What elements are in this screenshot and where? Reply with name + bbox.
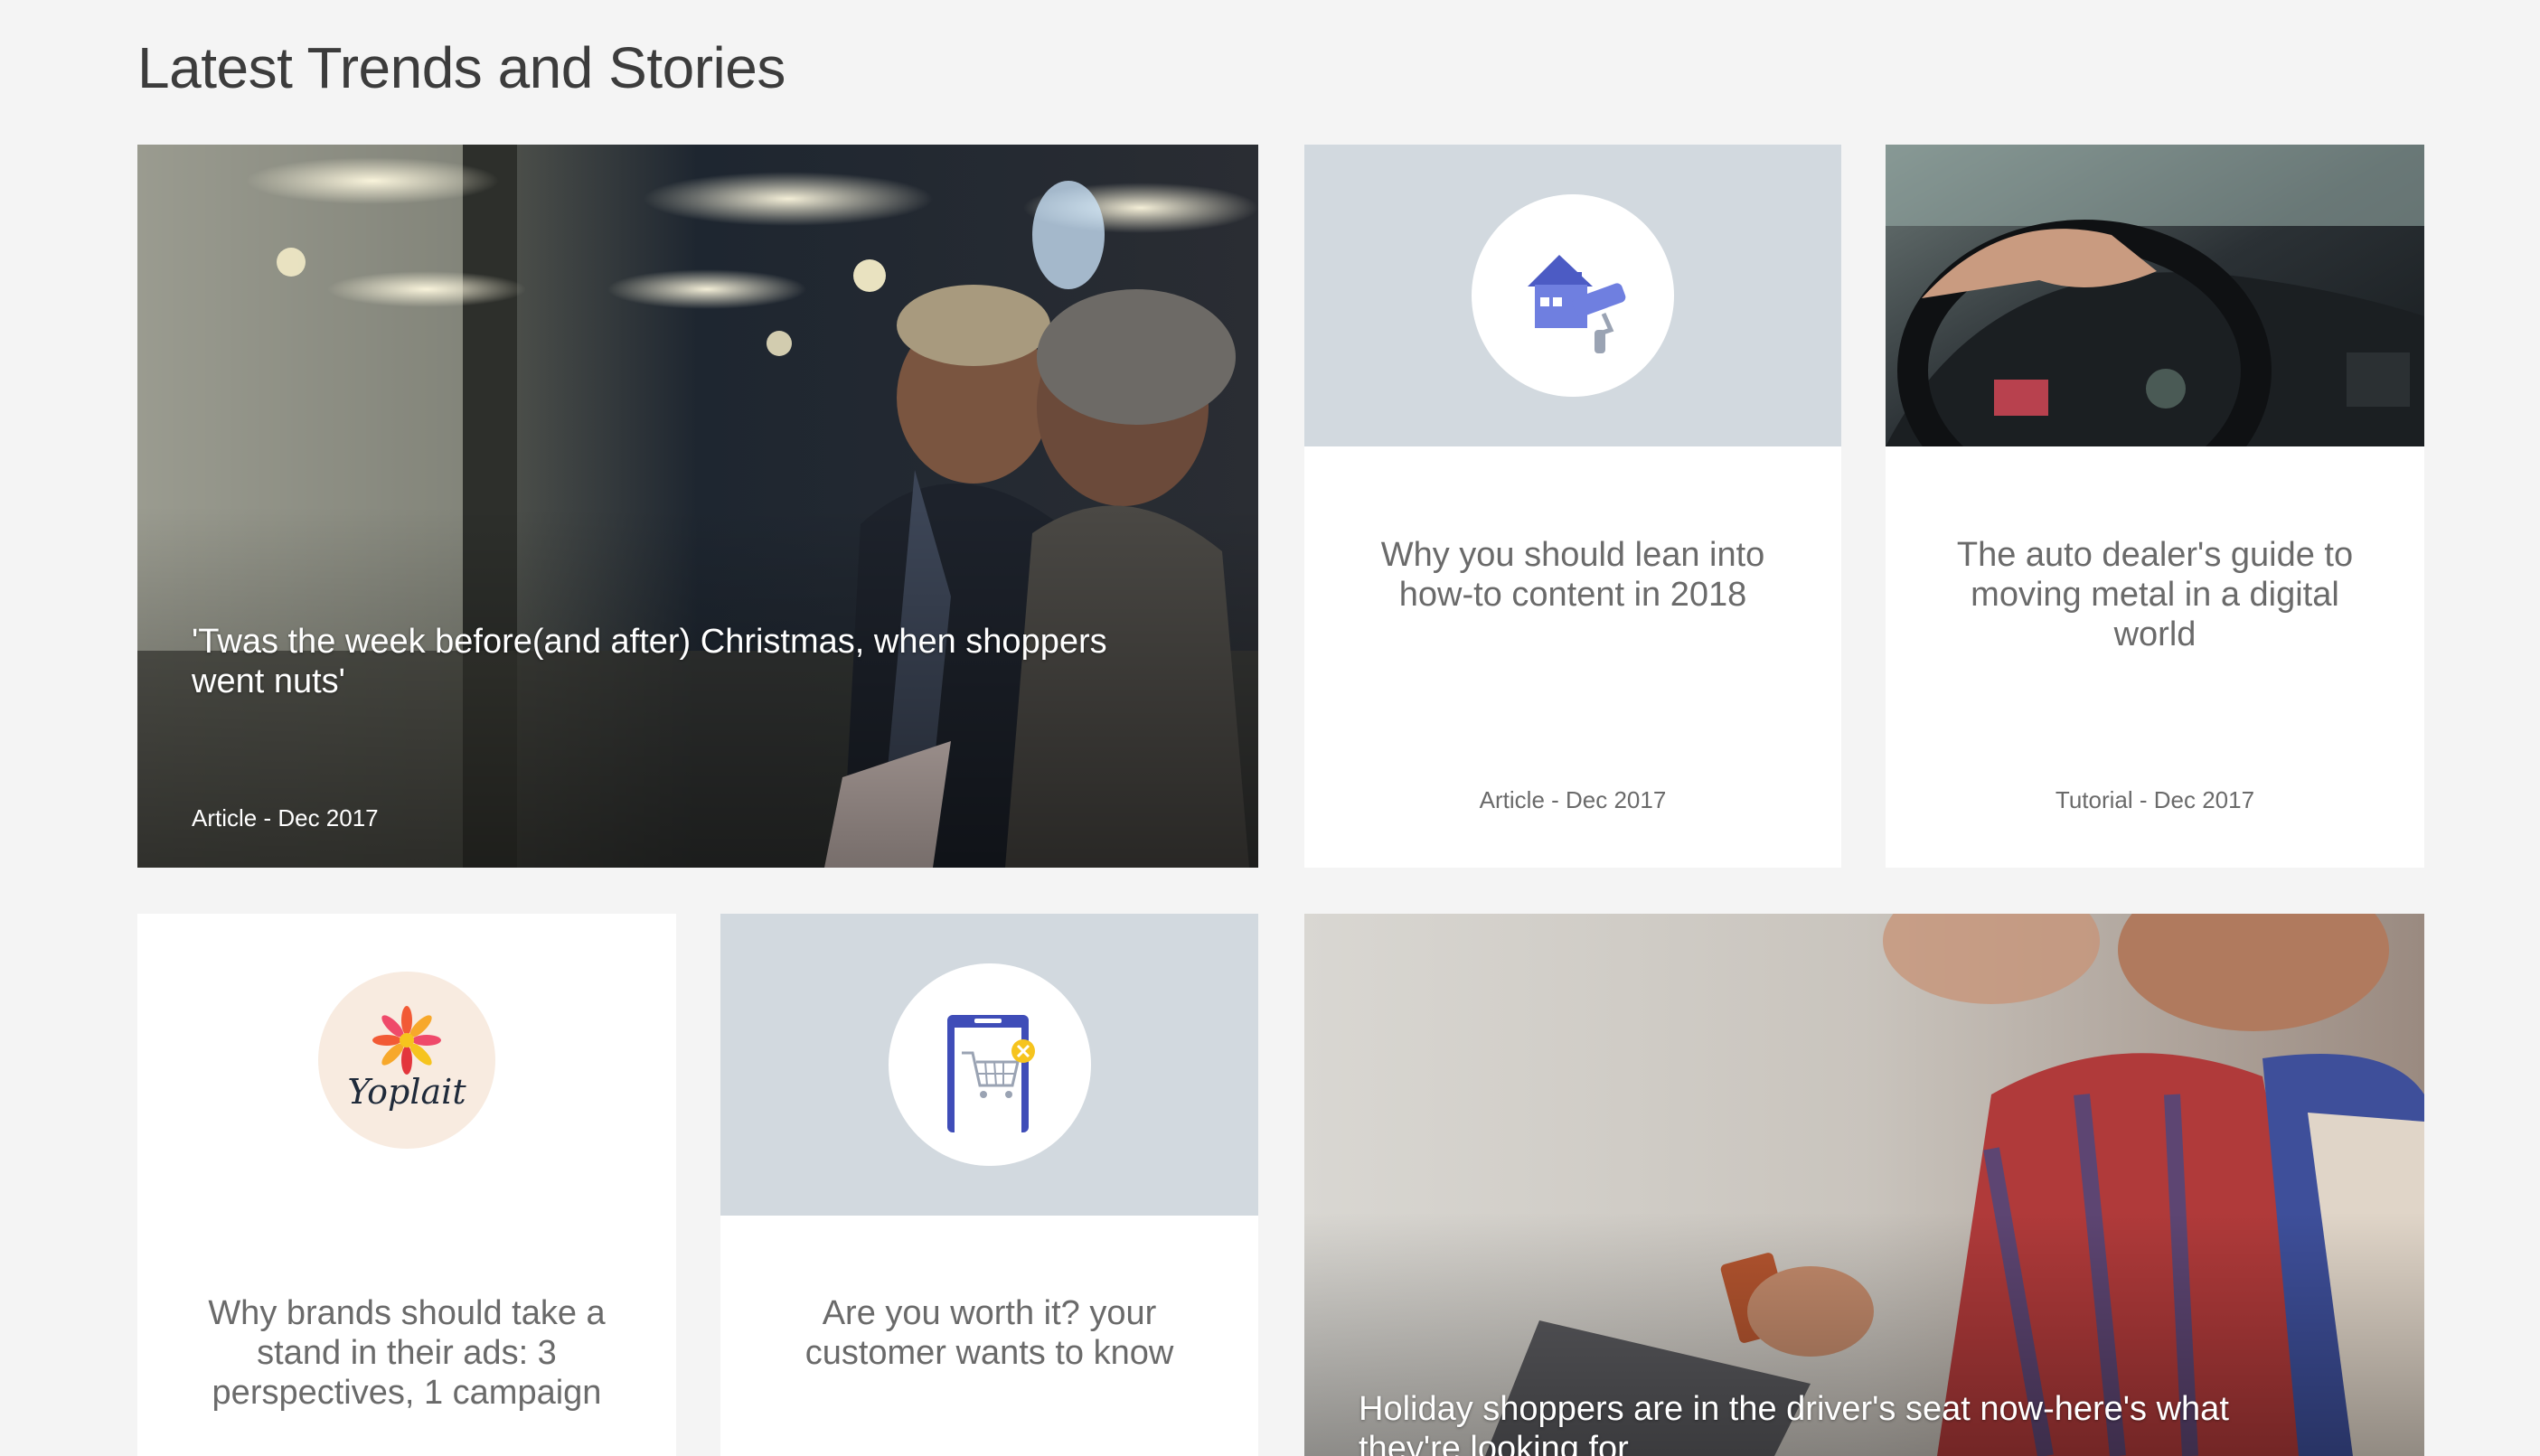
story-card-worth-it[interactable]: Are you worth it? your customer wants to… (720, 914, 1258, 1456)
mobile-shopping-cart-icon (947, 1015, 1035, 1132)
card-meta: Article - Dec 2017 (192, 804, 379, 831)
story-card-holiday-shoppers[interactable]: Holiday shoppers are in the driver's sea… (1304, 914, 2424, 1456)
card-title: The auto dealer's guide to moving metal … (1956, 536, 2354, 653)
shoppers-credit-card-photo (1304, 914, 2424, 1456)
card-meta: Tutorial - Dec 2017 (2055, 786, 2255, 813)
card-title: Are you worth it? your customer wants to… (804, 1294, 1174, 1372)
story-card-yoplait[interactable]: Yoplait Why brands should take a stand i… (137, 914, 676, 1456)
icon-circle (889, 963, 1091, 1166)
yoplait-logo: Yoplait (318, 972, 495, 1149)
icon-circle (1472, 194, 1674, 397)
card-title: Why brands should take a stand in their … (208, 1294, 606, 1412)
svg-text:Yoplait: Yoplait (347, 1072, 466, 1112)
story-card-how-to[interactable]: Why you should lean into how-to content … (1304, 145, 1841, 868)
car-dashboard-photo (1886, 145, 2424, 446)
card-title: Why you should lean into how-to content … (1380, 536, 1765, 614)
house-paint-roller-icon (1528, 255, 1626, 353)
card-title: Holiday shoppers are in the driver's sea… (1359, 1390, 2229, 1456)
christmas-shopping-photo (137, 145, 1258, 868)
story-card-christmas[interactable]: 'Twas the week before(and after) Christm… (137, 145, 1258, 868)
card-title: 'Twas the week before(and after) Christm… (192, 623, 1107, 700)
page-title: Latest Trends and Stories (137, 35, 786, 100)
card-meta: Article - Dec 2017 (1479, 786, 1667, 813)
story-card-auto-dealer[interactable]: The auto dealer's guide to moving metal … (1886, 145, 2424, 868)
